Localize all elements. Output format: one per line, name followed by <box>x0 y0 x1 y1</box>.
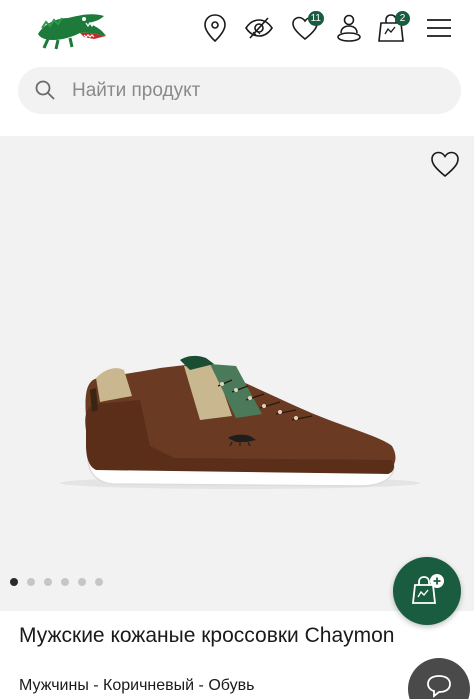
accessibility-eye-icon <box>245 17 273 39</box>
chat-bubble-icon <box>427 675 451 698</box>
search-input[interactable] <box>72 67 442 114</box>
product-title: Мужские кожаные кроссовки Chaymon <box>19 624 395 647</box>
header: 11 2 <box>0 0 474 58</box>
menu-icon <box>427 19 451 37</box>
store-locator-button[interactable] <box>200 12 230 44</box>
account-button[interactable] <box>334 12 364 44</box>
search-icon <box>35 80 55 100</box>
chat-fab[interactable] <box>408 658 470 699</box>
user-location-icon <box>337 14 361 42</box>
product-image <box>60 355 420 489</box>
lacoste-crocodile-logo[interactable] <box>34 6 110 50</box>
search-bar[interactable] <box>18 67 461 114</box>
cart-button[interactable]: 2 <box>376 11 410 44</box>
menu-button[interactable] <box>424 12 454 44</box>
accessibility-button[interactable] <box>244 12 274 44</box>
shopping-bag-plus-icon <box>411 574 444 604</box>
wishlist-count-badge: 11 <box>307 11 324 26</box>
gallery-dot[interactable] <box>95 578 103 586</box>
add-to-wishlist-heart-icon[interactable] <box>430 150 460 178</box>
add-to-cart-fab[interactable] <box>393 557 461 625</box>
gallery-pagination <box>10 578 103 586</box>
cart-count-badge: 2 <box>395 11 410 26</box>
gallery-dot[interactable] <box>27 578 35 586</box>
gallery-dot[interactable] <box>61 578 69 586</box>
gallery-dot[interactable] <box>44 578 52 586</box>
wishlist-button[interactable]: 11 <box>290 11 324 44</box>
gallery-dot[interactable] <box>10 578 18 586</box>
location-pin-icon <box>204 14 226 43</box>
product-breadcrumb[interactable]: Мужчины - Коричневый - Обувь <box>19 677 254 695</box>
gallery-dot[interactable] <box>78 578 86 586</box>
